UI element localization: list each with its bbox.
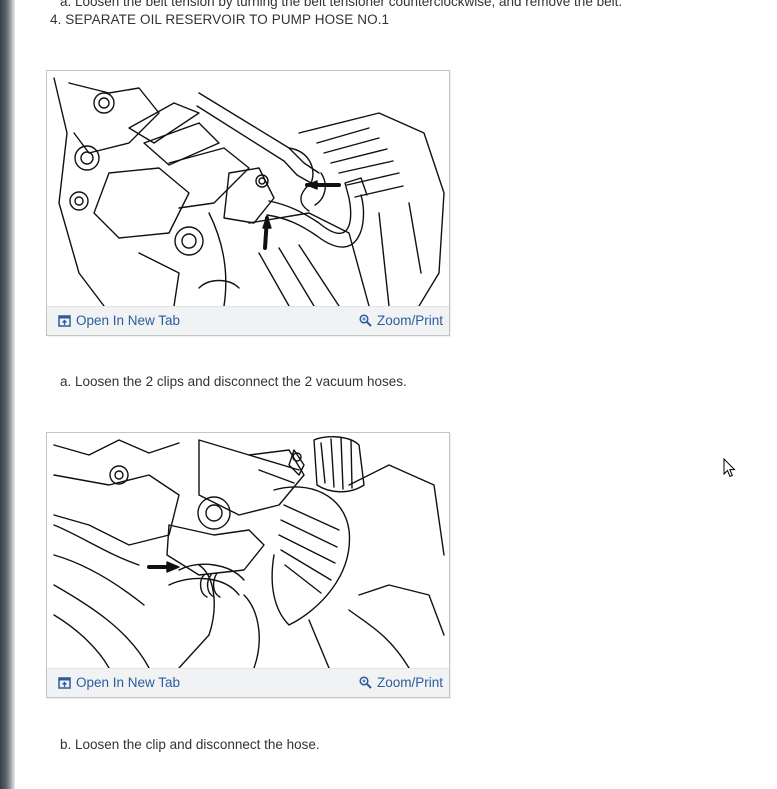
zoom-magnifier-icon [359, 314, 372, 327]
mouse-pointer-icon [723, 457, 737, 478]
figure-2-toolbar: Open In New Tab Zoom/Print [47, 668, 449, 697]
zoom-print-label: Zoom/Print [376, 313, 443, 328]
figure-1-caption: a. Loosen the 2 clips and disconnect the… [60, 374, 407, 389]
previous-step-text: a. Loosen the belt tension by turning th… [60, 0, 623, 9]
figure-1-zoom-print-link[interactable]: Zoom/Print [359, 313, 443, 328]
figure-1-open-in-new-tab-link[interactable]: Open In New Tab [58, 313, 180, 328]
open-in-new-tab-icon [58, 676, 71, 689]
figure-1-illustration[interactable] [49, 73, 447, 306]
figure-2-illustration[interactable] [49, 435, 447, 668]
open-in-new-tab-label: Open In New Tab [76, 313, 181, 328]
open-in-new-tab-icon [58, 314, 71, 327]
figure-2-caption: b. Loosen the clip and disconnect the ho… [60, 737, 320, 752]
figure-1-toolbar: Open In New Tab Zoom/Print [47, 306, 449, 335]
figure-2-open-in-new-tab-link[interactable]: Open In New Tab [58, 675, 180, 690]
zoom-magnifier-icon [359, 676, 372, 689]
figure-2-zoom-print-link[interactable]: Zoom/Print [359, 675, 443, 690]
zoom-print-label: Zoom/Print [376, 675, 443, 690]
figure-1: Open In New Tab Zoom/Print [46, 70, 450, 336]
figure-2: Open In New Tab Zoom/Print [46, 432, 450, 698]
open-in-new-tab-label: Open In New Tab [76, 675, 181, 690]
repair-procedure-document: a. Loosen the belt tension by turning th… [0, 0, 777, 789]
step-heading: 4. SEPARATE OIL RESERVOIR TO PUMP HOSE N… [50, 12, 390, 27]
